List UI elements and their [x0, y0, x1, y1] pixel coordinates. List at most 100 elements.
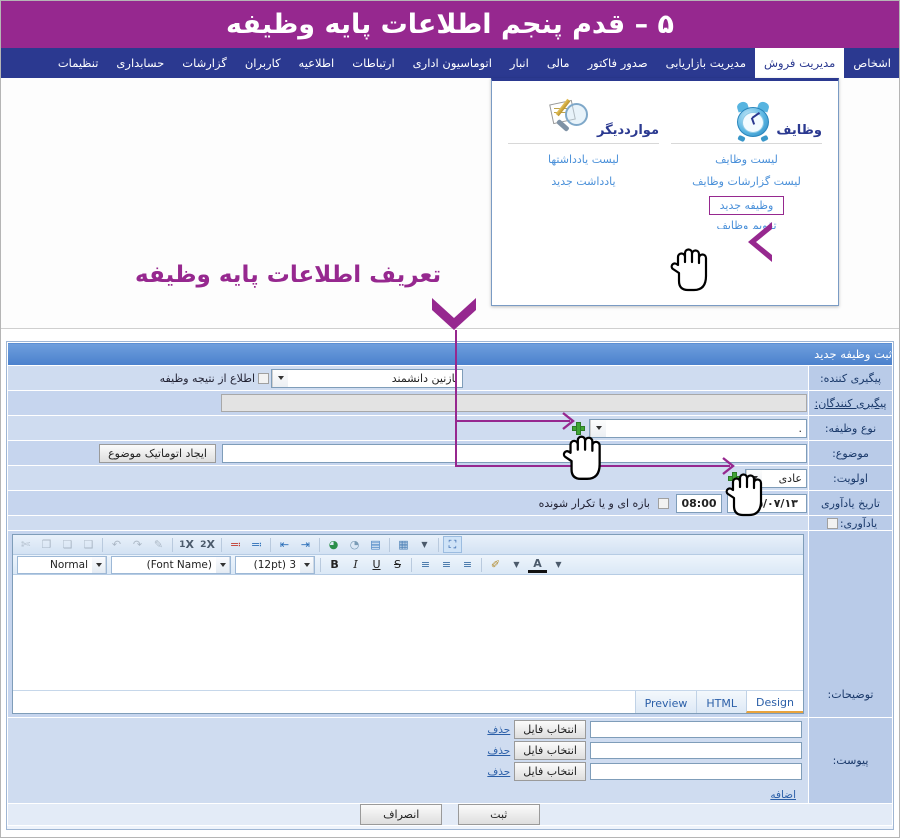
dropdown-link-task-reports-list[interactable]: لیست گزارشات وظایف	[671, 166, 822, 188]
dropdown-link-notes-list[interactable]: لیست یادداشتها	[508, 144, 659, 166]
nav-item-invoice[interactable]: صدور فاکتور	[579, 48, 657, 78]
ordered-list-icon[interactable]: ≔	[226, 536, 245, 553]
align-right-icon[interactable]: ≡	[416, 556, 435, 573]
remove-link-icon[interactable]: ◔	[345, 536, 364, 553]
editor-content-area[interactable]	[13, 575, 803, 690]
subject-input[interactable]	[222, 443, 807, 463]
choose-file-button-1[interactable]: انتخاب فایل	[514, 720, 586, 739]
delete-attachment-link-2[interactable]: حذف	[487, 745, 510, 757]
nav-item-ashkhas[interactable]: اشخاص	[844, 48, 900, 78]
form-row-footer: ثبت انصراف	[7, 803, 893, 826]
subject-label: موضوع:	[808, 440, 893, 466]
subscript-icon[interactable]: X2	[198, 536, 217, 553]
table-dropdown-chevron-icon[interactable]: ▼	[415, 536, 434, 553]
reminder-label-cell: یادآوری:	[808, 515, 893, 531]
new-task-form-panel: ثبت وظیفه جدید پیگیری کننده: نازنین دانش…	[6, 341, 894, 830]
outdent-icon[interactable]: ⇥	[296, 536, 315, 553]
cut-icon[interactable]: ✄	[16, 536, 35, 553]
font-name-value: (Font Name)	[146, 558, 212, 571]
unordered-list-icon[interactable]: ≔	[247, 536, 266, 553]
task-type-select[interactable]: .	[589, 418, 807, 438]
chevron-down-icon[interactable]	[272, 369, 288, 387]
tab-html[interactable]: HTML	[696, 691, 747, 713]
indent-icon[interactable]: ⇤	[275, 536, 294, 553]
superscript-icon[interactable]: X1	[177, 536, 196, 553]
hand-cursor-priority	[725, 473, 763, 517]
nav-item-sales-management[interactable]: مدیریت فروش	[755, 48, 845, 78]
delete-attachment-link-3[interactable]: حذف	[487, 766, 510, 778]
dropdown-link-new-task[interactable]: وظیفه جدید	[708, 196, 785, 215]
paragraph-style-select[interactable]: Normal	[17, 555, 107, 574]
notify-result-checkbox[interactable]	[258, 372, 269, 384]
nav-item-financial[interactable]: مالی	[538, 48, 579, 78]
follower-select[interactable]: نازنین دانشمند	[271, 368, 463, 388]
choose-file-button-3[interactable]: انتخاب فایل	[514, 762, 586, 781]
redo-icon[interactable]: ↷	[128, 536, 147, 553]
paste-plain-icon[interactable]: ❑	[79, 536, 98, 553]
font-color-dropdown-chevron-icon[interactable]: ▼	[549, 556, 568, 573]
highlight-dropdown-chevron-icon[interactable]: ▼	[507, 556, 526, 573]
reminder-time-input[interactable]	[676, 493, 722, 513]
highlight-icon[interactable]: ✐	[486, 556, 505, 573]
delete-attachment-link-1[interactable]: حذف	[487, 724, 510, 736]
chevron-down-icon[interactable]	[92, 556, 106, 573]
nav-item-reports[interactable]: گزارشات	[173, 48, 236, 78]
followers-input[interactable]	[221, 394, 807, 412]
description-field-cell: ✄ ❐ ❏ ❑ ↶ ↷ ✎ X1 X2 ≔ ≔ ⇤ ⇥ ◕ ◔ ▤ ▦ ▼ ⛶ …	[7, 530, 809, 718]
add-attachment-link[interactable]: اضافه	[770, 789, 796, 801]
font-color-icon[interactable]: A	[528, 557, 547, 573]
follower-field-cell: نازنین دانشمند اطلاع از نتیجه وظیفه	[7, 365, 809, 391]
followers-label: پیگیری کنندگان:	[808, 390, 893, 416]
copy-icon[interactable]: ❐	[37, 536, 56, 553]
undo-icon[interactable]: ↶	[107, 536, 126, 553]
fullscreen-icon[interactable]: ⛶	[443, 536, 462, 553]
nav-item-announcements[interactable]: اطلاعیه	[290, 48, 344, 78]
dropdown-link-task-list[interactable]: لیست وظایف	[671, 144, 822, 166]
auto-subject-button[interactable]: ایجاد اتوماتیک موضوع	[99, 443, 216, 463]
submit-button[interactable]: ثبت	[457, 804, 540, 825]
align-center-icon[interactable]: ≡	[437, 556, 456, 573]
banner-title: ۵ – قدم پنجم اطلاعات پایه وظیفه	[226, 8, 674, 40]
attachment-input-3[interactable]	[590, 763, 802, 780]
align-left-icon[interactable]: ≡	[458, 556, 477, 573]
insert-image-icon[interactable]: ▤	[366, 536, 385, 553]
italic-button[interactable]: I	[346, 556, 365, 573]
nav-item-office-automation[interactable]: اتوماسیون اداری	[404, 48, 501, 78]
dropdown-link-new-note[interactable]: یادداشت جدید	[508, 166, 659, 188]
nav-item-marketing-management[interactable]: مدیریت بازاریابی	[657, 48, 755, 78]
paste-icon[interactable]: ❏	[58, 536, 77, 553]
reminder-checkbox[interactable]	[826, 517, 838, 529]
font-size-select[interactable]: 3 (12pt)	[235, 555, 315, 574]
editor-view-tabs: Design HTML Preview	[13, 690, 803, 713]
tab-design[interactable]: Design	[746, 691, 803, 713]
page-banner: ۵ – قدم پنجم اطلاعات پایه وظیفه	[0, 0, 900, 48]
chevron-down-icon[interactable]	[216, 556, 230, 573]
chevron-down-icon[interactable]	[300, 556, 314, 573]
underline-button[interactable]: U	[367, 556, 386, 573]
attachment-input-1[interactable]	[590, 721, 802, 738]
dropdown-link-task-calendar[interactable]: تقویم وظایف	[671, 215, 822, 229]
nav-item-users[interactable]: کاربران	[236, 48, 290, 78]
task-type-label: نوع وظیفه:	[808, 415, 893, 441]
nav-item-accounting[interactable]: حسابداری	[107, 48, 173, 78]
bold-button[interactable]: B	[325, 556, 344, 573]
arrowhead-tasktype	[562, 412, 575, 430]
strikethrough-button[interactable]: S	[388, 556, 407, 573]
format-painter-icon[interactable]: ✎	[149, 536, 168, 553]
insert-table-icon[interactable]: ▦	[394, 536, 413, 553]
arrow-down-annotation-icon	[432, 298, 476, 330]
recurring-checkbox[interactable]	[658, 497, 669, 509]
attachment-label: پیوست:	[808, 717, 893, 804]
nav-item-settings[interactable]: تنظیمات	[49, 48, 108, 78]
font-name-select[interactable]: (Font Name)	[111, 555, 231, 574]
editor-toolbar-row-1: ✄ ❐ ❏ ❑ ↶ ↷ ✎ X1 X2 ≔ ≔ ⇤ ⇥ ◕ ◔ ▤ ▦ ▼ ⛶	[13, 535, 803, 555]
cancel-button[interactable]: انصراف	[360, 804, 443, 825]
insert-link-icon[interactable]: ◕	[324, 536, 343, 553]
nav-item-inventory[interactable]: انبار	[501, 48, 538, 78]
choose-file-button-2[interactable]: انتخاب فایل	[514, 741, 586, 760]
task-type-field-cell: .	[7, 415, 809, 441]
attachment-input-2[interactable]	[590, 742, 802, 759]
attachment-row: انتخاب فایل حذف	[8, 741, 808, 760]
nav-item-communications[interactable]: ارتباطات	[343, 48, 403, 78]
tab-preview[interactable]: Preview	[634, 691, 697, 713]
